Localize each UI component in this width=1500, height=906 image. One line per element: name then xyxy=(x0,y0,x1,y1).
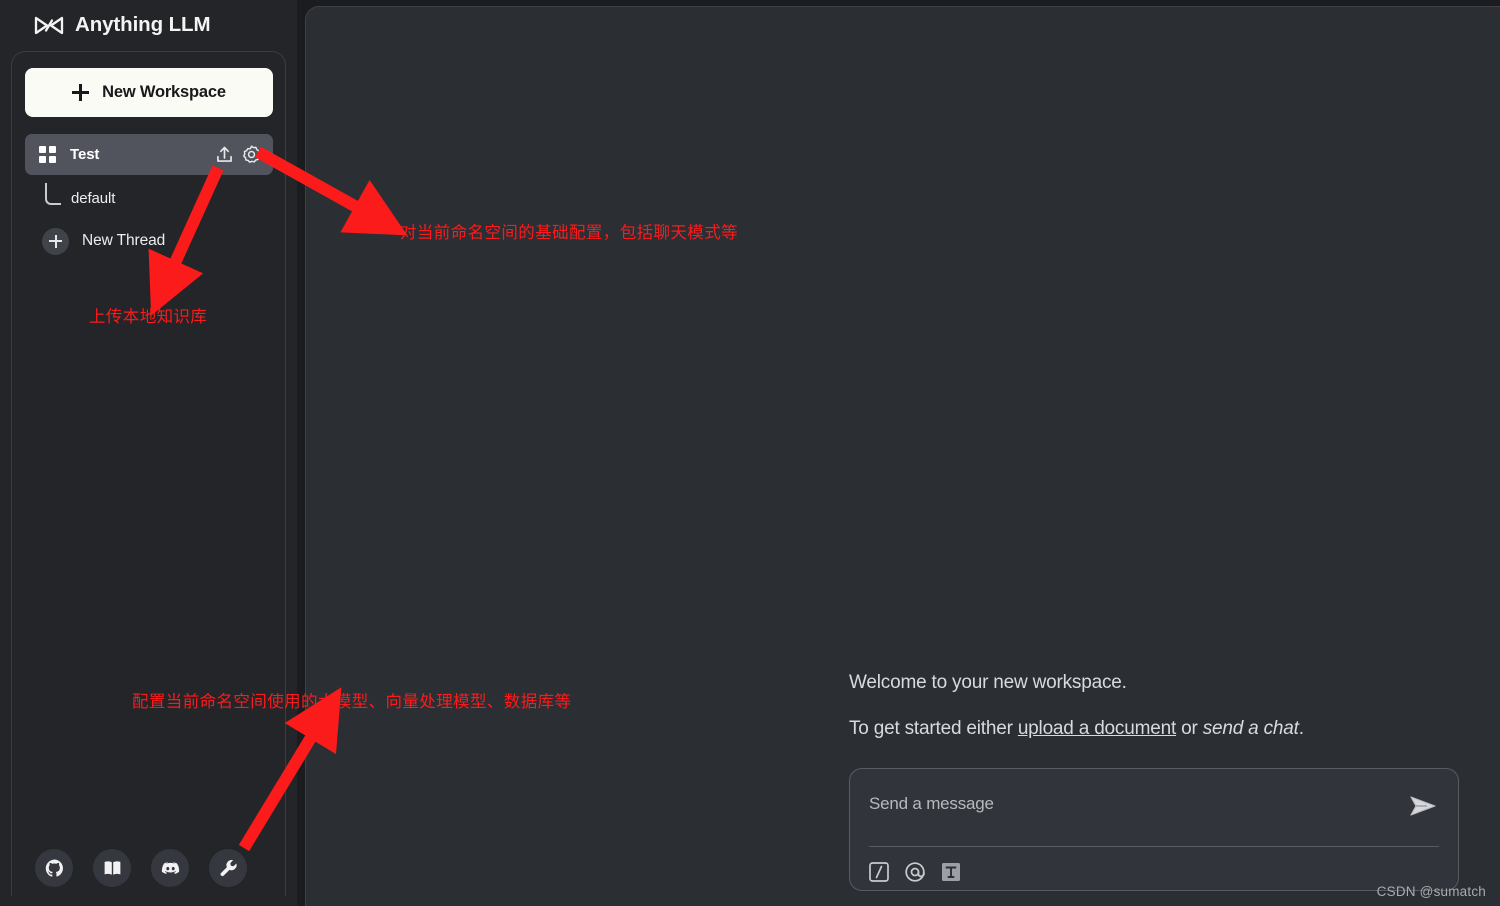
github-button[interactable] xyxy=(35,849,73,887)
thread-branch-connector xyxy=(45,183,61,205)
sidebar-panel: New Workspace Test default New Thread xyxy=(11,51,286,896)
welcome-heading: Welcome to your new workspace. xyxy=(849,672,1127,693)
new-thread-label: New Thread xyxy=(82,232,166,249)
new-thread-button[interactable]: New Thread xyxy=(25,222,273,260)
plus-circle-icon xyxy=(42,227,69,255)
plus-icon xyxy=(72,84,90,101)
thread-item-default[interactable]: default xyxy=(25,180,273,216)
book-icon xyxy=(104,860,120,875)
send-a-chat-link[interactable]: send a chat xyxy=(1203,718,1299,739)
upload-icon[interactable] xyxy=(214,144,235,165)
sidebar-footer-buttons xyxy=(35,849,247,887)
welcome-middle: or xyxy=(1176,718,1203,739)
at-mention-icon[interactable] xyxy=(903,860,927,884)
docs-button[interactable] xyxy=(93,849,131,887)
watermark: CSDN @sumatch xyxy=(1376,884,1486,899)
anythingllm-bowtie-logo-icon xyxy=(34,16,64,34)
wrench-icon xyxy=(220,859,237,876)
slash-command-icon[interactable] xyxy=(867,860,891,884)
sidebar: Anything LLM New Workspace Test default … xyxy=(0,0,297,906)
discord-icon xyxy=(161,861,179,874)
new-workspace-label: New Workspace xyxy=(102,83,226,101)
settings-button[interactable] xyxy=(209,849,247,887)
welcome-suffix: . xyxy=(1298,718,1304,739)
brand-title: Anything LLM xyxy=(75,13,211,36)
welcome-prefix: To get started either xyxy=(849,718,1018,739)
composer-divider xyxy=(869,846,1439,847)
annotation-wrench-text: 配置当前命名空间使用的大模型、向量处理模型、数据库等 xyxy=(132,693,572,711)
text-format-icon[interactable] xyxy=(939,860,963,884)
main-panel: Welcome to your new workspace. To get st… xyxy=(305,6,1500,906)
composer-toolbar xyxy=(867,860,963,884)
github-icon xyxy=(45,858,63,877)
chat-welcome-area: Welcome to your new workspace. To get st… xyxy=(849,672,1464,891)
gear-icon[interactable] xyxy=(241,144,262,165)
grid-squares-icon xyxy=(39,146,56,163)
thread-label: default xyxy=(71,189,116,207)
workspace-item-test[interactable]: Test xyxy=(25,134,273,175)
message-composer[interactable]: Send a message xyxy=(849,768,1459,891)
app-root: Anything LLM New Workspace Test default … xyxy=(0,0,1500,906)
brand-header: Anything LLM xyxy=(0,0,297,50)
new-workspace-button[interactable]: New Workspace xyxy=(25,68,273,117)
discord-button[interactable] xyxy=(151,849,189,887)
welcome-subtext: To get started either upload a document … xyxy=(849,718,1464,740)
upload-a-document-link[interactable]: upload a document xyxy=(1018,718,1176,739)
annotation-gear-text: 对当前命名空间的基础配置，包括聊天模式等 xyxy=(400,224,738,242)
send-paper-plane-icon[interactable] xyxy=(1407,792,1439,820)
annotation-upload-text: 上传本地知识库 xyxy=(89,308,208,326)
message-input-placeholder[interactable]: Send a message xyxy=(869,794,994,814)
workspace-name: Test xyxy=(70,146,100,163)
